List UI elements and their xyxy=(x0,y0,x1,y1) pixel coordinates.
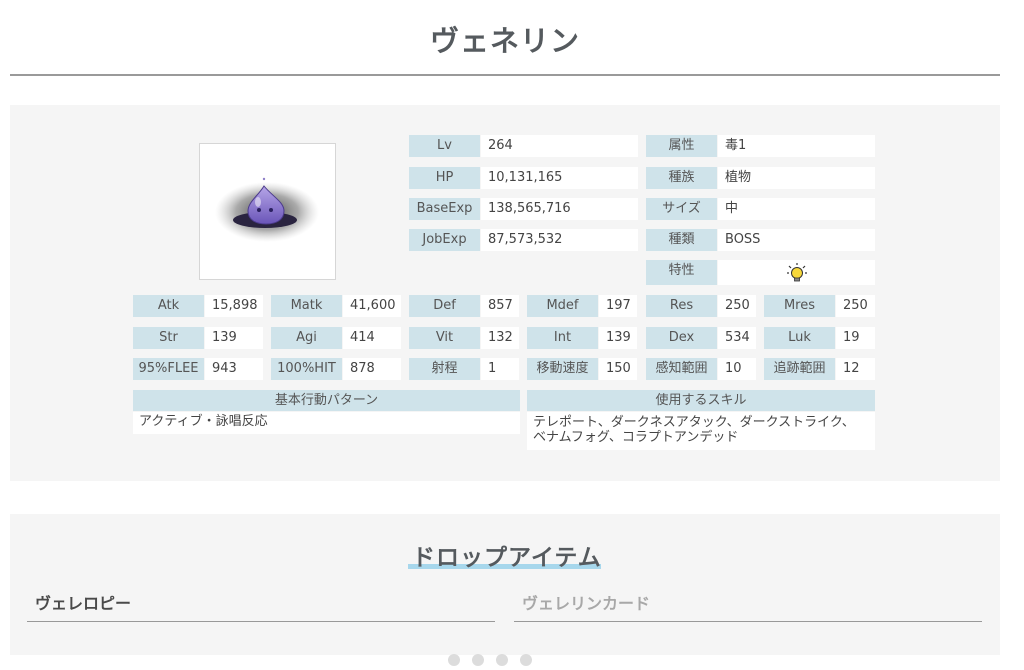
carousel-dot[interactable] xyxy=(448,654,460,666)
sense-range-value: 10 xyxy=(718,358,756,380)
job-exp-label: JobExp xyxy=(409,229,480,251)
atk-value: 15,898 xyxy=(205,295,263,317)
flee-label: 95%FLEE xyxy=(133,358,204,380)
drop-item-tab-1[interactable]: ヴェレロピー xyxy=(35,590,131,614)
int-label: Int xyxy=(527,327,598,349)
size-label: サイズ xyxy=(646,198,717,220)
def-value: 857 xyxy=(481,295,519,317)
drop-item-tab-2-rule xyxy=(514,621,982,622)
vit-label: Vit xyxy=(409,327,480,349)
dex-value: 534 xyxy=(718,327,756,349)
trait-value xyxy=(718,260,875,285)
move-speed-value: 150 xyxy=(599,358,637,380)
res-label: Res xyxy=(646,295,717,317)
drop-item-tab-2[interactable]: ヴェレリンカード xyxy=(522,590,650,614)
drop-section-title: ドロップアイテム xyxy=(412,545,602,571)
hp-value: 10,131,165 xyxy=(481,167,638,189)
title-divider xyxy=(10,74,1000,76)
res-value: 250 xyxy=(718,295,756,317)
range-label: 射程 xyxy=(409,358,480,380)
drop-items-panel xyxy=(10,514,1000,655)
str-label: Str xyxy=(133,327,204,349)
sense-range-label: 感知範囲 xyxy=(646,358,717,380)
type-value: BOSS xyxy=(718,229,875,251)
carousel-dots xyxy=(448,651,544,670)
trait-label: 特性 xyxy=(646,260,717,285)
move-speed-label: 移動速度 xyxy=(527,358,598,380)
race-value: 植物 xyxy=(718,167,875,189)
int-value: 139 xyxy=(599,327,637,349)
def-label: Def xyxy=(409,295,480,317)
lv-label: Lv xyxy=(409,135,480,157)
page-title: ヴェネリン xyxy=(429,24,580,58)
carousel-dot[interactable] xyxy=(472,654,484,666)
lv-value: 264 xyxy=(481,135,638,157)
skills-label: 使用するスキル xyxy=(527,390,875,411)
base-exp-value: 138,565,716 xyxy=(481,198,638,220)
behavior-label: 基本行動パターン xyxy=(133,390,520,411)
range-value: 1 xyxy=(481,358,519,380)
skills-line-1: テレポート、ダークネスアタック、ダークストライク、 xyxy=(533,415,855,430)
atk-label: Atk xyxy=(133,295,204,317)
hp-label: HP xyxy=(409,167,480,189)
job-exp-value: 87,573,532 xyxy=(481,229,638,251)
matk-label: Matk xyxy=(271,295,342,317)
behavior-value: アクティブ・詠唱反応 xyxy=(133,412,520,434)
element-value: 毒1 xyxy=(718,135,875,157)
element-label: 属性 xyxy=(646,135,717,157)
matk-value: 41,600 xyxy=(343,295,401,317)
agi-value: 414 xyxy=(343,327,401,349)
race-label: 種族 xyxy=(646,167,717,189)
size-value: 中 xyxy=(718,198,875,220)
flee-value: 943 xyxy=(205,358,263,380)
type-label: 種類 xyxy=(646,229,717,251)
drop-item-tab-1-rule xyxy=(27,621,495,622)
chase-range-label: 追跡範囲 xyxy=(764,358,835,380)
dex-label: Dex xyxy=(646,327,717,349)
carousel-dot[interactable] xyxy=(496,654,508,666)
skills-line-2: ベナムフォグ、コラプトアンデッド xyxy=(533,430,739,445)
luk-label: Luk xyxy=(764,327,835,349)
hit-value: 878 xyxy=(343,358,401,380)
mdef-label: Mdef xyxy=(527,295,598,317)
mres-label: Mres xyxy=(764,295,835,317)
carousel-dot[interactable] xyxy=(520,654,532,666)
str-value: 139 xyxy=(205,327,263,349)
monster-sprite-icon xyxy=(215,177,319,242)
lightbulb-icon[interactable] xyxy=(786,262,808,284)
luk-value: 19 xyxy=(836,327,875,349)
hit-label: 100%HIT xyxy=(271,358,342,380)
chase-range-value: 12 xyxy=(836,358,875,380)
base-exp-label: BaseExp xyxy=(409,198,480,220)
vit-value: 132 xyxy=(481,327,519,349)
mdef-value: 197 xyxy=(599,295,637,317)
mres-value: 250 xyxy=(836,295,875,317)
agi-label: Agi xyxy=(271,327,342,349)
skills-value: テレポート、ダークネスアタック、ダークストライク、 ベナムフォグ、コラプトアンデ… xyxy=(527,412,875,450)
monster-image xyxy=(199,143,336,280)
